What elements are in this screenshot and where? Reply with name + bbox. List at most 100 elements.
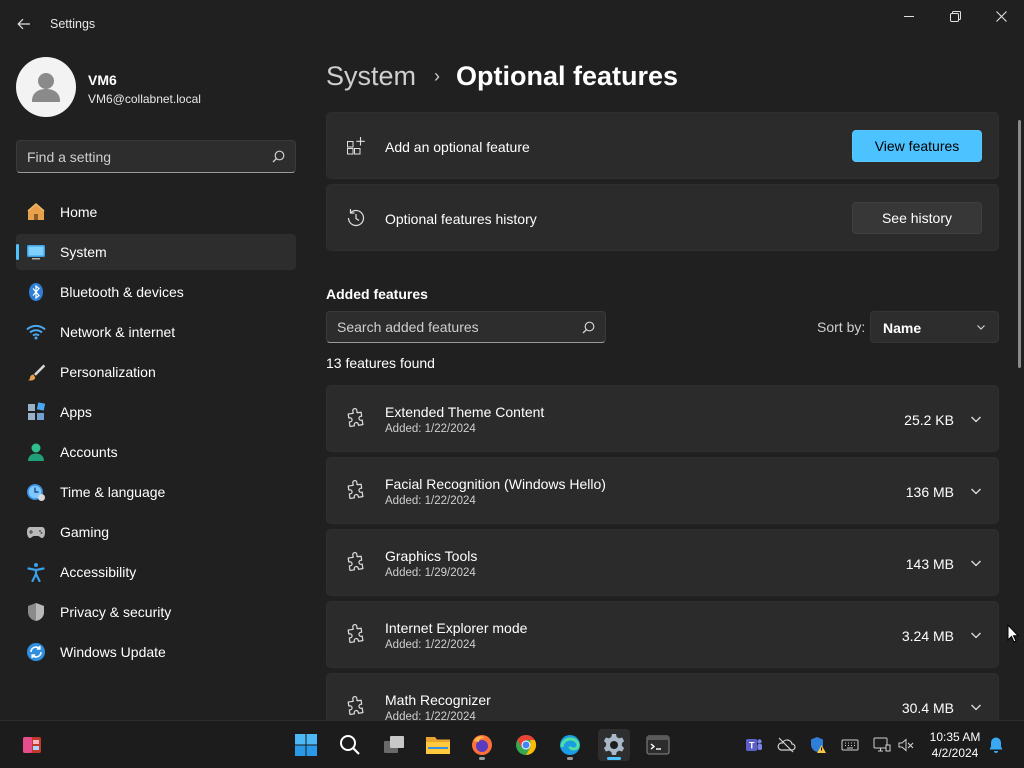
added-features-heading: Added features bbox=[326, 286, 428, 302]
windows-update-icon bbox=[26, 642, 46, 662]
back-button[interactable] bbox=[8, 8, 40, 40]
user-profile[interactable]: VM6 VM6@collabnet.local bbox=[16, 57, 296, 117]
network-tray-button[interactable] bbox=[872, 735, 892, 755]
puzzle-icon bbox=[347, 480, 364, 500]
file-explorer-button[interactable] bbox=[422, 729, 454, 761]
volume-muted-icon bbox=[898, 738, 914, 752]
keyboard-tray-button[interactable] bbox=[840, 735, 860, 755]
sidebar-item-accounts[interactable]: Accounts bbox=[16, 434, 296, 470]
sidebar-item-home[interactable]: Home bbox=[16, 194, 296, 230]
gear-icon bbox=[603, 734, 625, 755]
sidebar-item-apps[interactable]: Apps bbox=[16, 394, 296, 430]
sidebar-item-bluetooth[interactable]: Bluetooth & devices bbox=[16, 274, 296, 310]
terminal-button[interactable] bbox=[642, 729, 674, 761]
accessibility-icon bbox=[26, 562, 46, 582]
find-setting-input[interactable] bbox=[17, 141, 267, 172]
running-indicator bbox=[479, 757, 485, 760]
sidebar-item-gaming[interactable]: Gaming bbox=[16, 514, 296, 550]
home-icon bbox=[26, 202, 46, 222]
onedrive-tray-button[interactable] bbox=[776, 735, 796, 755]
sort-by-dropdown[interactable]: Name bbox=[870, 311, 999, 343]
clock-time: 10:35 AM bbox=[929, 730, 981, 744]
edge-button[interactable] bbox=[554, 729, 586, 761]
add-feature-card: Add an optional feature View features bbox=[326, 112, 999, 179]
page-title: Optional features bbox=[456, 60, 679, 91]
chrome-button[interactable] bbox=[510, 729, 542, 761]
see-history-button[interactable]: See history bbox=[852, 202, 982, 234]
list-item[interactable]: Extended Theme Content Added: 1/22/2024 … bbox=[326, 385, 999, 452]
search-icon[interactable] bbox=[582, 321, 595, 334]
shield-warning-icon bbox=[811, 737, 826, 753]
security-tray-button[interactable] bbox=[808, 735, 828, 755]
chevron-down-icon[interactable] bbox=[970, 557, 982, 569]
bell-icon bbox=[989, 737, 1003, 753]
cloud-offline-icon bbox=[777, 737, 796, 753]
running-indicator bbox=[567, 757, 573, 760]
chevron-down-icon[interactable] bbox=[970, 485, 982, 497]
sidebar-item-label: Accessibility bbox=[60, 564, 137, 580]
restore-icon bbox=[949, 10, 961, 22]
feature-date: Added: 1/29/2024 bbox=[385, 567, 476, 579]
task-view-button[interactable] bbox=[378, 729, 410, 761]
sidebar-item-network[interactable]: Network & internet bbox=[16, 314, 296, 350]
accounts-icon bbox=[26, 442, 46, 462]
list-item[interactable]: Facial Recognition (Windows Hello) Added… bbox=[326, 457, 999, 524]
mouse-cursor-icon bbox=[1007, 624, 1019, 643]
sidebar-item-accessibility[interactable]: Accessibility bbox=[16, 554, 296, 590]
sidebar-item-label: Windows Update bbox=[60, 644, 166, 660]
teams-tray-button[interactable]: T bbox=[744, 735, 764, 755]
feature-date: Added: 1/22/2024 bbox=[385, 711, 476, 720]
taskbar-clock[interactable]: 10:35 AM 4/2/2024 bbox=[920, 729, 990, 761]
sidebar-item-personalization[interactable]: Personalization bbox=[16, 354, 296, 390]
breadcrumb-parent[interactable]: System bbox=[326, 61, 416, 92]
chevron-down-icon[interactable] bbox=[970, 413, 982, 425]
settings-taskbar-button[interactable] bbox=[598, 729, 630, 761]
active-indicator bbox=[607, 757, 621, 760]
brush-icon bbox=[26, 362, 46, 382]
sidebar-item-windows-update[interactable]: Windows Update bbox=[16, 634, 296, 670]
edge-icon bbox=[560, 735, 580, 755]
sidebar-item-label: System bbox=[60, 244, 107, 260]
sidebar-item-time-language[interactable]: Time & language bbox=[16, 474, 296, 510]
sidebar-item-label: Network & internet bbox=[60, 324, 176, 340]
minimize-icon bbox=[904, 16, 914, 17]
minimize-button[interactable] bbox=[886, 0, 932, 32]
add-feature-label: Add an optional feature bbox=[385, 139, 530, 155]
breadcrumb-separator: › bbox=[434, 65, 441, 86]
puzzle-icon bbox=[347, 408, 364, 428]
taskbar-search-button[interactable] bbox=[334, 729, 366, 761]
sidebar-item-label: Time & language bbox=[60, 484, 166, 500]
apps-icon bbox=[26, 402, 46, 422]
close-icon bbox=[995, 10, 1007, 22]
sidebar-item-privacy-security[interactable]: Privacy & security bbox=[16, 594, 296, 630]
find-setting-search[interactable] bbox=[16, 140, 296, 173]
search-icon bbox=[340, 735, 360, 755]
sidebar-item-label: Personalization bbox=[60, 364, 156, 380]
close-button[interactable] bbox=[978, 0, 1024, 32]
added-features-search-input[interactable] bbox=[327, 312, 577, 342]
list-item[interactable]: Internet Explorer mode Added: 1/22/2024 … bbox=[326, 601, 999, 668]
volume-tray-button[interactable] bbox=[896, 735, 916, 755]
widgets-button[interactable] bbox=[16, 729, 48, 761]
sidebar-item-system[interactable]: System bbox=[16, 234, 296, 270]
wifi-icon bbox=[26, 322, 46, 342]
notifications-button[interactable] bbox=[986, 735, 1006, 755]
sort-by-value: Name bbox=[883, 320, 922, 336]
list-item[interactable]: Graphics Tools Added: 1/29/2024 143 MB bbox=[326, 529, 999, 596]
chevron-down-icon[interactable] bbox=[970, 629, 982, 641]
feature-size: 136 MB bbox=[905, 484, 954, 500]
restore-button[interactable] bbox=[932, 0, 978, 32]
search-icon[interactable] bbox=[272, 150, 285, 163]
list-item[interactable]: Math Recognizer Added: 1/22/2024 30.4 MB bbox=[326, 673, 999, 720]
chevron-down-icon[interactable] bbox=[970, 701, 982, 713]
scrollbar[interactable] bbox=[1018, 120, 1021, 368]
added-features-search[interactable] bbox=[326, 311, 606, 343]
feature-name: Facial Recognition (Windows Hello) bbox=[385, 476, 606, 492]
window-title: Settings bbox=[50, 17, 96, 31]
view-features-button[interactable]: View features bbox=[852, 130, 982, 162]
start-button[interactable] bbox=[290, 729, 322, 761]
bluetooth-icon bbox=[26, 282, 46, 302]
avatar bbox=[16, 57, 76, 117]
windows-logo-icon bbox=[295, 734, 317, 756]
firefox-button[interactable] bbox=[466, 729, 498, 761]
